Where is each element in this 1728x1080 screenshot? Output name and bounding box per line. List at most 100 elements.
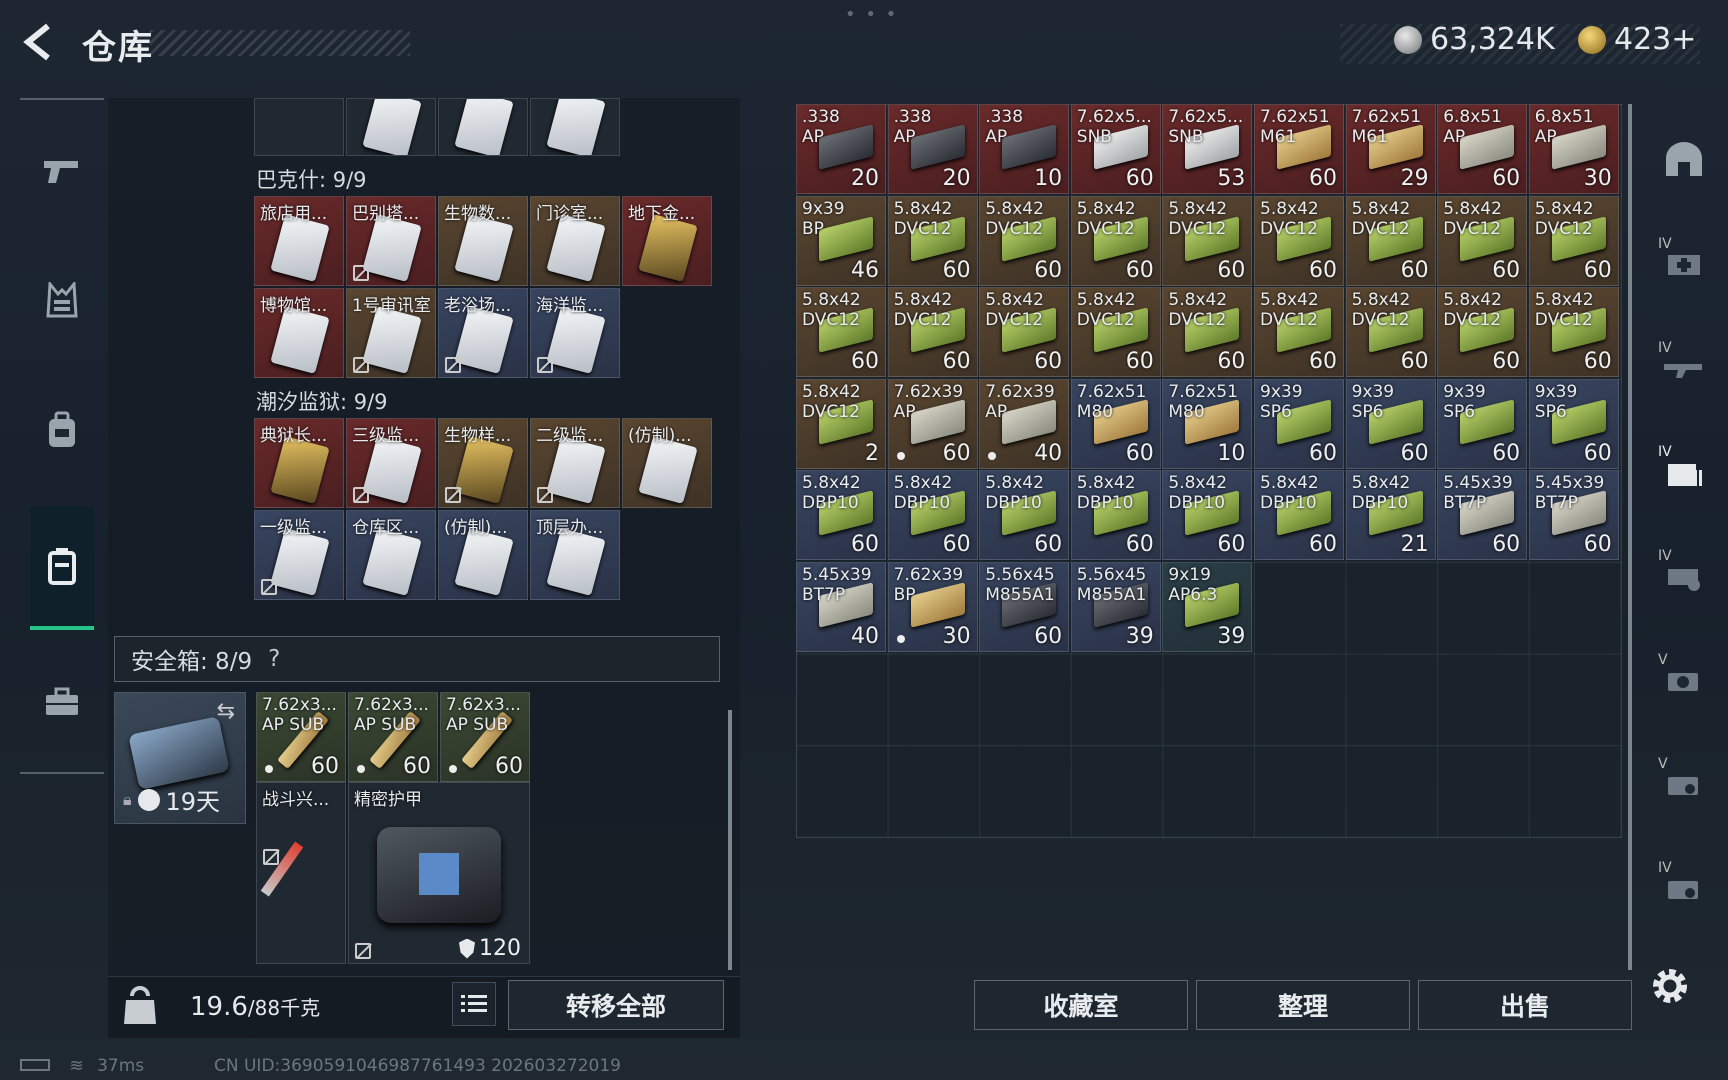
- stash-ammo-item[interactable]: 7.62x39 AP 40: [979, 378, 1070, 469]
- stash-ammo-item[interactable]: 5.8x42 DVC12 60: [1345, 195, 1436, 286]
- stash-ammo-item[interactable]: 5.8x42 DBP10 60: [796, 470, 886, 561]
- filter-tier4-medical[interactable]: IV: [1654, 234, 1714, 294]
- filter-tier4-equipment[interactable]: IV: [1654, 546, 1714, 606]
- nav-vest[interactable]: [30, 268, 94, 332]
- filter-tier4-misc[interactable]: IV: [1654, 858, 1714, 918]
- stash-ammo-item[interactable]: 5.8x42 DVC12 60: [1345, 287, 1436, 378]
- stash-ammo-item[interactable]: 5.8x42 DVC12 60: [1437, 287, 1528, 378]
- weight-lock-button[interactable]: [118, 980, 164, 1034]
- settings-button[interactable]: [1648, 964, 1692, 1008]
- keycard-item[interactable]: 二级监...: [530, 418, 620, 508]
- stash-ammo-item[interactable]: 7.62x51 M61 29: [1345, 104, 1436, 194]
- stash-ammo-item[interactable]: 9x39 SP6 60: [1528, 378, 1619, 469]
- stash-ammo-item[interactable]: 9x39 SP6 60: [1345, 378, 1436, 469]
- stash-ammo-item[interactable]: 7.62x39 AP 60: [887, 378, 978, 469]
- stash-ammo-item[interactable]: 5.8x42 DVC12 60: [1254, 195, 1344, 286]
- stash-ammo-item[interactable]: .338 AP 10: [979, 104, 1070, 194]
- safe-box-item[interactable]: ⇆ 🔒︎ 19天: [114, 692, 246, 824]
- stash-ammo-item[interactable]: 5.8x42 DBP10 60: [979, 470, 1070, 561]
- stash-ammo-item[interactable]: 6.8x51 AP 30: [1528, 104, 1619, 194]
- stash-ammo-item[interactable]: 5.8x42 DVC12 60: [979, 287, 1070, 378]
- swap-icon[interactable]: ⇆: [217, 699, 235, 724]
- stash-ammo-item[interactable]: 5.8x42 DVC12 60: [1162, 287, 1253, 378]
- stash-ammo-item[interactable]: 5.8x42 DBP10 60: [1162, 470, 1253, 561]
- keycard-slot[interactable]: [530, 98, 620, 156]
- stash-ammo-item[interactable]: 7.62x39 BP 30: [887, 562, 978, 652]
- stash-scrollbar[interactable]: [1628, 104, 1632, 970]
- stash-ammo-item[interactable]: 5.8x42 DVC12 60: [1528, 195, 1619, 286]
- keycard-item[interactable]: 海洋监...: [530, 288, 620, 378]
- stash-ammo-item[interactable]: .338 AP 20: [796, 104, 886, 194]
- keycard-item[interactable]: 地下金...: [622, 196, 712, 286]
- stash-ammo-item[interactable]: 5.8x42 DBP10 60: [1254, 470, 1344, 561]
- keycard-item[interactable]: (仿制)...: [622, 418, 712, 508]
- stash-ammo-item[interactable]: 5.45x39 BT7P 60: [1437, 470, 1528, 561]
- keycard-item[interactable]: 顶层办...: [530, 510, 620, 600]
- stash-ammo-item[interactable]: 5.56x45 M855A1 39: [1070, 562, 1161, 652]
- stash-ammo-item[interactable]: 5.8x42 DBP10 21: [1345, 470, 1436, 561]
- keycard-item[interactable]: 三级监...: [346, 418, 436, 508]
- safe-ammo-item[interactable]: 7.62x3... AP SUB 60: [440, 692, 530, 782]
- stash-ammo-item[interactable]: 6.8x51 AP 60: [1437, 104, 1528, 194]
- keycard-item[interactable]: 1号审讯室: [346, 288, 436, 378]
- stash-ammo-item[interactable]: 9x19 AP6.3 39: [1162, 562, 1253, 652]
- stash-ammo-item[interactable]: 5.8x42 DVC12 60: [1254, 287, 1344, 378]
- armor-item[interactable]: 精密护甲 120: [348, 782, 530, 964]
- stash-ammo-item[interactable]: 5.8x42 DBP10 60: [887, 470, 978, 561]
- stash-ammo-item[interactable]: 7.62x51 M80 60: [1070, 378, 1161, 469]
- stash-ammo-item[interactable]: .338 AP 20: [887, 104, 978, 194]
- keycard-item[interactable]: 老浴场...: [438, 288, 528, 378]
- stash-ammo-item[interactable]: 5.45x39 BT7P 60: [1528, 470, 1619, 561]
- filter-tier4-ammo[interactable]: IV: [1654, 442, 1714, 502]
- stash-ammo-item[interactable]: 5.8x42 DVC12 60: [1528, 287, 1619, 378]
- filter-tier5-misc[interactable]: V: [1654, 754, 1714, 814]
- stash-ammo-item[interactable]: 5.45x39 BT7P 40: [796, 562, 886, 652]
- sell-button[interactable]: 出售: [1418, 980, 1632, 1030]
- help-icon[interactable]: ?: [268, 646, 280, 672]
- safe-ammo-item[interactable]: 7.62x3... AP SUB 60: [348, 692, 438, 782]
- keycard-slot[interactable]: [438, 98, 528, 156]
- stash-ammo-item[interactable]: 5.8x42 DVC12 60: [979, 195, 1070, 286]
- injector-item[interactable]: 战斗兴...: [256, 782, 346, 964]
- stash-ammo-item[interactable]: 5.8x42 DBP10 60: [1070, 470, 1161, 561]
- nav-backpack[interactable]: [30, 398, 94, 462]
- nav-container[interactable]: [30, 506, 94, 630]
- stash-ammo-item[interactable]: 7.62x51 M80 10: [1162, 378, 1253, 469]
- stash-ammo-item[interactable]: 5.8x42 DVC12 60: [1070, 287, 1161, 378]
- keycard-item[interactable]: 生物样...: [438, 418, 528, 508]
- keycard-item[interactable]: 仓库区...: [346, 510, 436, 600]
- stash-ammo-item[interactable]: 5.8x42 DVC12 60: [1162, 195, 1253, 286]
- stash-ammo-item[interactable]: 5.8x42 DVC12 2: [796, 378, 886, 469]
- currency-primary[interactable]: 63,324K: [1394, 22, 1555, 57]
- keycard-item[interactable]: 一级监...: [254, 510, 344, 600]
- stash-ammo-item[interactable]: 9x39 SP6 60: [1437, 378, 1528, 469]
- nav-briefcase[interactable]: [30, 670, 94, 734]
- stash-ammo-item[interactable]: 5.8x42 DVC12 60: [887, 287, 978, 378]
- stash-ammo-item[interactable]: 5.8x42 DVC12 60: [796, 287, 886, 378]
- back-button[interactable]: [18, 20, 62, 64]
- stash-ammo-item[interactable]: 5.8x42 DVC12 60: [1437, 195, 1528, 286]
- stash-ammo-item[interactable]: 9x39 SP6 60: [1254, 378, 1344, 469]
- keycard-item[interactable]: 生物数...: [438, 196, 528, 286]
- stash-ammo-item[interactable]: 7.62x5... SNB 60: [1070, 104, 1161, 194]
- safe-ammo-item[interactable]: 7.62x3... AP SUB 60: [256, 692, 346, 782]
- filter-tier4-weapon[interactable]: IV: [1654, 338, 1714, 398]
- nav-weapon[interactable]: [30, 138, 94, 202]
- stash-ammo-item[interactable]: 7.62x51 M61 60: [1254, 104, 1344, 194]
- stash-ammo-item[interactable]: 5.8x42 DVC12 60: [887, 195, 978, 286]
- collection-room-button[interactable]: 收藏室: [974, 980, 1188, 1030]
- keycard-item[interactable]: 门诊室...: [530, 196, 620, 286]
- transfer-all-button[interactable]: 转移全部: [508, 980, 724, 1030]
- left-scrollbar[interactable]: [728, 710, 732, 970]
- stash-ammo-item[interactable]: 5.8x42 DVC12 60: [1070, 195, 1161, 286]
- keycard-item[interactable]: 巴别塔...: [346, 196, 436, 286]
- list-view-button[interactable]: [452, 982, 496, 1026]
- keycard-item[interactable]: 旅店用...: [254, 196, 344, 286]
- keycard-item[interactable]: (仿制)...: [438, 510, 528, 600]
- organize-button[interactable]: 整理: [1196, 980, 1410, 1030]
- stash-ammo-item[interactable]: 5.56x45 M855A1 60: [979, 562, 1070, 652]
- currency-secondary[interactable]: 423+: [1578, 22, 1696, 57]
- stash-ammo-item[interactable]: 9x39 BP 46: [796, 195, 886, 286]
- keycard-slot[interactable]: [346, 98, 436, 156]
- filter-tier5-valuables[interactable]: V: [1654, 650, 1714, 710]
